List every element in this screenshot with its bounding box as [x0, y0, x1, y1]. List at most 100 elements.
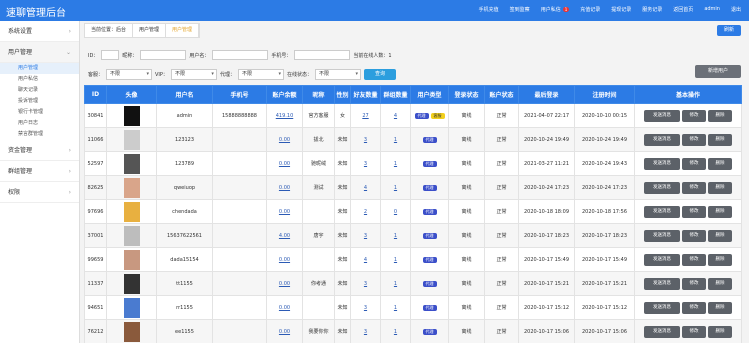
friend-count[interactable]: 2	[364, 209, 367, 215]
sidebar-item[interactable]: 银行卡管理	[0, 107, 79, 118]
send-message-button[interactable]: 发送消息	[644, 109, 680, 122]
balance[interactable]: 4.00	[279, 233, 290, 239]
top-nav-item[interactable]: 服务记录	[642, 6, 662, 13]
delete-button[interactable]: 删除	[708, 205, 732, 218]
balance[interactable]: 0.00	[279, 209, 290, 215]
online-status-select[interactable]: 不限	[314, 69, 361, 80]
sidebar-group[interactable]: 权限 ›	[0, 182, 79, 203]
sidebar-item[interactable]: 禁言群管理	[0, 129, 79, 140]
delete-button[interactable]: 删除	[708, 253, 732, 266]
delete-button[interactable]: 删除	[708, 301, 732, 314]
balance[interactable]: 0.00	[279, 257, 290, 263]
delete-button[interactable]: 删除	[708, 277, 732, 290]
delete-button[interactable]: 删除	[708, 325, 732, 338]
sidebar-item[interactable]: 用户管理	[0, 63, 79, 74]
avatar[interactable]	[123, 129, 140, 150]
balance[interactable]: 0.00	[279, 185, 290, 191]
friend-count[interactable]: 3	[364, 233, 367, 239]
group-count[interactable]: 1	[394, 185, 397, 191]
friend-count[interactable]: 4	[364, 257, 367, 263]
avatar[interactable]	[123, 321, 140, 342]
nickname-input[interactable]	[140, 50, 187, 60]
group-count[interactable]: 1	[394, 137, 397, 143]
sidebar-group[interactable]: 群组管理 ›	[0, 161, 79, 182]
tab[interactable]: 用户管理	[133, 24, 167, 37]
sidebar-item[interactable]: 用户私信	[0, 74, 79, 85]
edit-button[interactable]: 修改	[682, 181, 706, 194]
send-message-button[interactable]: 发送消息	[644, 157, 680, 170]
vip-select[interactable]: 不限	[170, 69, 217, 80]
username-input[interactable]	[212, 50, 269, 60]
avatar[interactable]	[123, 273, 140, 294]
query-button[interactable]: 查询	[363, 69, 396, 80]
friend-count[interactable]: 27	[362, 113, 368, 119]
friend-count[interactable]: 3	[364, 329, 367, 335]
edit-button[interactable]: 修改	[682, 229, 706, 242]
delete-button[interactable]: 删除	[708, 109, 732, 122]
edit-button[interactable]: 修改	[682, 157, 706, 170]
top-nav-item[interactable]: 手机充值	[479, 6, 499, 13]
group-count[interactable]: 0	[394, 209, 397, 215]
sidebar-group[interactable]: 系统设置 ›	[0, 21, 79, 42]
sidebar-item[interactable]: 聊天记录	[0, 85, 79, 96]
friend-count[interactable]: 3	[364, 281, 367, 287]
friend-count[interactable]: 3	[364, 137, 367, 143]
top-nav-item[interactable]: 提现记录	[611, 6, 631, 13]
group-count[interactable]: 4	[394, 113, 397, 119]
balance[interactable]: 0.00	[279, 281, 290, 287]
balance[interactable]: 0.00	[279, 161, 290, 167]
friend-count[interactable]: 4	[364, 185, 367, 191]
sidebar-item[interactable]: 投诉管理	[0, 96, 79, 107]
edit-button[interactable]: 修改	[682, 301, 706, 314]
phone-input[interactable]	[294, 50, 351, 60]
send-message-button[interactable]: 发送消息	[644, 253, 680, 266]
edit-button[interactable]: 修改	[682, 109, 706, 122]
gender-select[interactable]: 不限	[106, 69, 153, 80]
send-message-button[interactable]: 发送消息	[644, 133, 680, 146]
send-message-button[interactable]: 发送消息	[644, 205, 680, 218]
sidebar-item[interactable]: 用户日志	[0, 118, 79, 129]
balance[interactable]: 0.00	[279, 329, 290, 335]
top-nav-item[interactable]: 退出	[731, 6, 741, 13]
agent-select[interactable]: 不限	[237, 69, 284, 80]
top-nav-item[interactable]: 充值记录	[580, 6, 600, 13]
send-message-button[interactable]: 发送消息	[644, 277, 680, 290]
friend-count[interactable]: 3	[364, 161, 367, 167]
top-nav-item[interactable]: 用户私信 1	[541, 6, 570, 13]
balance[interactable]: 0.00	[279, 137, 290, 143]
avatar[interactable]	[123, 201, 140, 222]
avatar[interactable]	[123, 249, 140, 270]
top-nav-item[interactable]: admin	[704, 6, 720, 13]
edit-button[interactable]: 修改	[682, 205, 706, 218]
edit-button[interactable]: 修改	[682, 253, 706, 266]
top-nav-item[interactable]: 返回首页	[673, 6, 693, 13]
id-input[interactable]	[101, 50, 120, 60]
avatar[interactable]	[123, 225, 140, 246]
sidebar-group[interactable]: 资金管理 ›	[0, 140, 79, 161]
group-count[interactable]: 1	[394, 329, 397, 335]
avatar[interactable]	[123, 177, 140, 198]
send-message-button[interactable]: 发送消息	[644, 181, 680, 194]
delete-button[interactable]: 删除	[708, 229, 732, 242]
group-count[interactable]: 1	[394, 161, 397, 167]
delete-button[interactable]: 删除	[708, 181, 732, 194]
top-nav-item[interactable]: 签到监察	[510, 6, 530, 13]
edit-button[interactable]: 修改	[682, 277, 706, 290]
group-count[interactable]: 1	[394, 305, 397, 311]
tab[interactable]: 用户管理	[166, 24, 200, 37]
friend-count[interactable]: 3	[364, 305, 367, 311]
delete-button[interactable]: 删除	[708, 133, 732, 146]
group-count[interactable]: 1	[394, 281, 397, 287]
group-count[interactable]: 1	[394, 257, 397, 263]
edit-button[interactable]: 修改	[682, 133, 706, 146]
sidebar-group[interactable]: 用户管理 ⌄	[0, 42, 79, 63]
send-message-button[interactable]: 发送消息	[644, 301, 680, 314]
send-message-button[interactable]: 发送消息	[644, 229, 680, 242]
send-message-button[interactable]: 发送消息	[644, 325, 680, 338]
group-count[interactable]: 1	[394, 233, 397, 239]
balance[interactable]: 419.10	[276, 113, 294, 119]
refresh-button[interactable]: 刷新	[717, 25, 741, 36]
balance[interactable]: 0.00	[279, 305, 290, 311]
delete-button[interactable]: 删除	[708, 157, 732, 170]
avatar[interactable]	[123, 297, 140, 318]
